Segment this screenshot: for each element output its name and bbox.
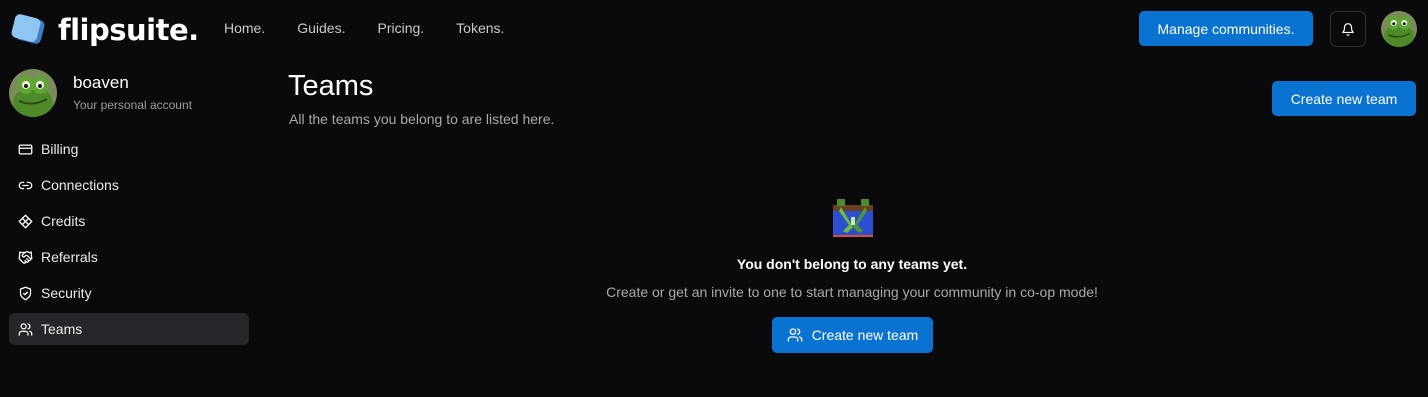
bell-icon [1342, 22, 1354, 36]
user-avatar[interactable] [1381, 11, 1417, 47]
nav-home[interactable]: Home. [224, 20, 265, 36]
sidebar-item-label: Credits [41, 213, 86, 229]
create-new-team-button[interactable]: Create new team [1272, 81, 1416, 116]
sidebar-menu: Billing Connections Credits Referrals Se… [9, 133, 249, 349]
shield-icon [19, 286, 32, 300]
profile-avatar [9, 69, 57, 117]
users-icon [787, 328, 803, 342]
profile-username: boaven [73, 73, 129, 92]
users-icon [18, 322, 33, 336]
credit-card-icon [18, 144, 33, 154]
empty-state-create-team-label: Create new team [811, 327, 919, 343]
page-subtitle: All the teams you belong to are listed h… [289, 111, 555, 127]
manage-communities-button[interactable]: Manage communities. [1139, 11, 1313, 46]
sidebar-item-security[interactable]: Security [9, 277, 249, 309]
sidebar-item-label: Connections [41, 177, 119, 193]
handshake-icon [18, 250, 33, 264]
frog-avatar-icon [1381, 11, 1417, 47]
link-icon [18, 181, 33, 189]
empty-state-title: You don't belong to any teams yet. [736, 256, 968, 272]
frog-avatar-icon [9, 69, 57, 117]
diamond-icon [18, 214, 33, 228]
notifications-button[interactable] [1330, 11, 1366, 47]
logo-icon [11, 14, 45, 44]
brand-name: flipsuite. [58, 13, 199, 47]
sidebar-item-referrals[interactable]: Referrals [9, 241, 249, 273]
sidebar-item-teams[interactable]: Teams [9, 313, 249, 345]
brand-logo[interactable]: flipsuite. [10, 13, 199, 47]
sidebar-item-billing[interactable]: Billing [9, 133, 249, 165]
sidebar-item-label: Billing [41, 141, 79, 157]
nav-tokens[interactable]: Tokens. [456, 20, 504, 36]
top-bar: flipsuite. Home. Guides. Pricing. Tokens… [0, 0, 1428, 58]
empty-state-illustration [833, 199, 873, 237]
sidebar-item-label: Teams [41, 321, 83, 337]
main-nav: Home. Guides. Pricing. Tokens. [224, 20, 504, 36]
nav-guides[interactable]: Guides. [297, 20, 345, 36]
sidebar-item-connections[interactable]: Connections [9, 169, 249, 201]
profile-subtitle: Your personal account [73, 98, 192, 112]
profile-card: boaven Your personal account [9, 69, 249, 117]
sidebar-item-credits[interactable]: Credits [9, 205, 249, 237]
page-title: Teams [288, 70, 374, 102]
empty-state-subtitle: Create or get an invite to one to start … [606, 284, 1098, 300]
empty-state-create-team-button[interactable]: Create new team [772, 317, 933, 353]
sidebar-item-label: Referrals [41, 249, 98, 265]
nav-pricing[interactable]: Pricing. [377, 20, 424, 36]
sidebar-item-label: Security [41, 285, 92, 301]
